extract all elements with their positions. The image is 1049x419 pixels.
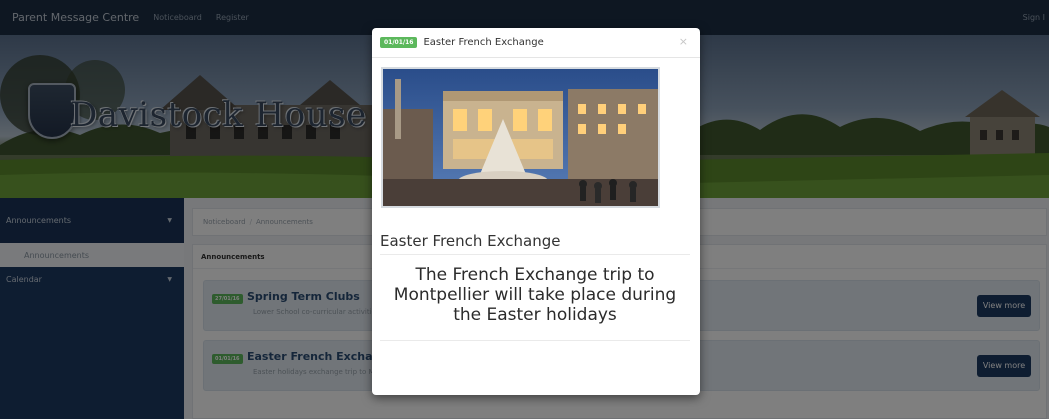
modal-body-text: The French Exchange trip to Montpellier … bbox=[393, 265, 677, 325]
close-icon[interactable]: × bbox=[679, 35, 688, 48]
modal-title: Easter French Exchange bbox=[423, 37, 544, 48]
date-badge: 01/01/16 bbox=[380, 37, 418, 48]
modal-heading: Easter French Exchange bbox=[380, 232, 561, 250]
divider bbox=[380, 340, 690, 341]
announcement-modal: 01/01/16 Easter French Exchange × Easter… bbox=[372, 28, 700, 395]
modal-header: 01/01/16 Easter French Exchange × bbox=[372, 28, 700, 58]
montpellier-photo bbox=[381, 67, 660, 208]
divider bbox=[380, 254, 690, 255]
photo-illustration bbox=[383, 69, 658, 206]
